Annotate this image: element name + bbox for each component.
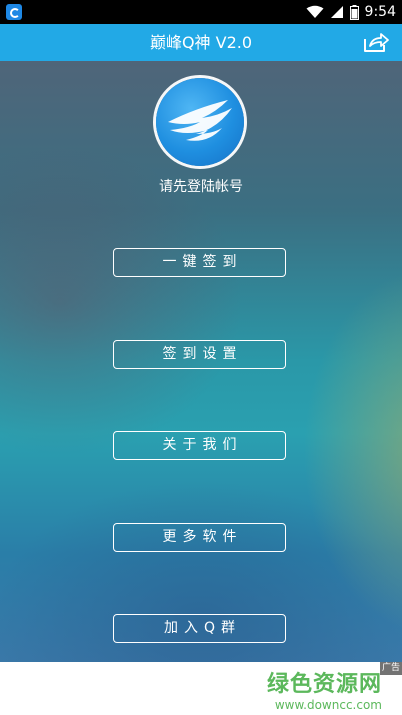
status-bar: 9:54	[0, 0, 402, 24]
watermark: 绿色资源网 www.downcc.com	[267, 666, 382, 712]
bird-logo-icon	[156, 78, 244, 166]
watermark-title: 绿色资源网	[266, 672, 382, 697]
main-content: 请先登陆帐号 一键签到 签到设置 关于我们 更多软件 加入Q群	[0, 61, 402, 662]
signal-icon	[330, 5, 344, 19]
status-indicators: 9:54	[306, 3, 396, 21]
watermark-url: www.downcc.com	[274, 698, 382, 712]
page-title: 巅峰Q神 V2.0	[149, 33, 253, 52]
login-prompt: 请先登陆帐号	[159, 179, 243, 195]
ad-label: 广告	[379, 662, 402, 675]
join-qq-group-button[interactable]: 加入Q群	[113, 614, 286, 643]
title-bar: 巅峰Q神 V2.0	[0, 24, 402, 61]
wifi-icon	[306, 5, 324, 19]
share-button[interactable]	[362, 30, 390, 54]
ad-banner[interactable]: 广告 绿色资源网 www.downcc.com	[0, 662, 402, 715]
app-notification-icon	[6, 4, 22, 20]
one-click-signin-button[interactable]: 一键签到	[113, 248, 286, 277]
more-software-button[interactable]: 更多软件	[113, 523, 286, 552]
share-icon	[364, 33, 389, 52]
signin-settings-button[interactable]: 签到设置	[113, 340, 286, 369]
battery-icon	[349, 4, 359, 20]
status-time: 9:54	[364, 4, 396, 20]
app-screen: 9:54 巅峰Q神 V2.0 请先登陆帐号 一键签到 签到设置 关于我们 更多软…	[0, 0, 402, 715]
about-us-button[interactable]: 关于我们	[113, 431, 286, 460]
